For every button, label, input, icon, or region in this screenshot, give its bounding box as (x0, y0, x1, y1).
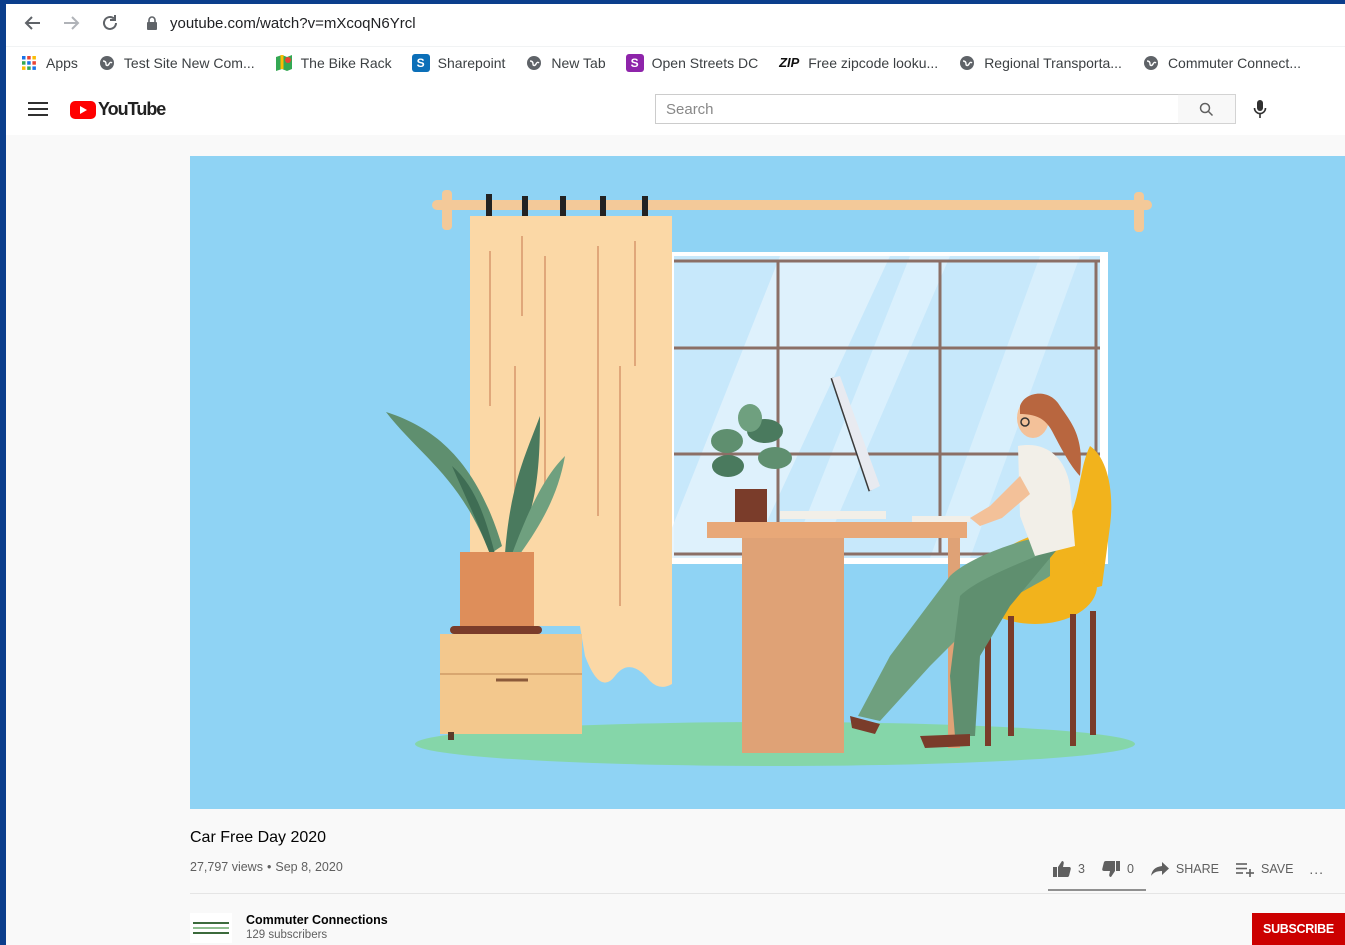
share-label: SHARE (1175, 862, 1219, 876)
search-box (655, 94, 1179, 124)
thumbs-up-icon (1053, 861, 1071, 877)
bookmark-bike-rack[interactable]: The Bike Rack (275, 54, 392, 72)
bookmark-label: The Bike Rack (300, 54, 392, 71)
subscriber-count: 129 subscribers (246, 929, 328, 941)
microphone-icon (1253, 100, 1267, 118)
thumbs-down-icon (1102, 861, 1120, 877)
bookmark-zipcode[interactable]: ZIP Free zipcode looku... (778, 54, 938, 72)
section-divider (190, 893, 1345, 894)
channel-info: Commuter Connections 129 subscribers (190, 913, 388, 943)
playlist-add-icon (1235, 863, 1254, 877)
meta-separator: • (266, 860, 272, 874)
video-actions: 3 0 SHARE SAVE ... (1052, 857, 1324, 881)
bookmarks-bar: Apps Test Site New Com... The Bike Rack … (6, 46, 1345, 78)
globe-icon (525, 54, 543, 72)
maps-icon (275, 54, 293, 72)
globe-icon (1142, 54, 1160, 72)
like-count: 3 (1078, 862, 1085, 876)
apps-grid-icon (20, 54, 38, 72)
like-button[interactable]: 3 (1052, 860, 1085, 878)
share-button[interactable]: SHARE (1150, 861, 1219, 877)
play-logo-icon (70, 100, 96, 119)
youtube-header: YouTube (6, 83, 1345, 135)
bookmark-label: Regional Transporta... (984, 54, 1122, 71)
subscribe-button[interactable]: SUBSCRIBE (1252, 913, 1345, 945)
channel-name[interactable]: Commuter Connections (246, 913, 388, 927)
bookmark-label: Commuter Connect... (1167, 54, 1301, 71)
bookmark-label: Sharepoint (437, 54, 506, 71)
voice-search-button[interactable] (1248, 97, 1272, 121)
bookmark-commuter-connections[interactable]: Commuter Connect... (1142, 54, 1301, 72)
globe-icon (98, 54, 116, 72)
bookmark-test-site[interactable]: Test Site New Com... (98, 54, 255, 72)
reload-icon (103, 15, 117, 30)
lock-icon (147, 16, 157, 30)
sharepoint-icon: S (411, 53, 430, 72)
youtube-logo[interactable]: YouTube (70, 99, 166, 120)
reload-button[interactable] (97, 10, 123, 36)
bookmark-label: Test Site New Com... (123, 54, 255, 71)
share-arrow-icon (1150, 862, 1169, 876)
bookmark-label: Apps (46, 54, 78, 71)
hamburger-menu-icon[interactable] (28, 100, 48, 118)
more-actions-button[interactable]: ... (1309, 861, 1324, 877)
back-button[interactable] (20, 10, 46, 36)
dislike-button[interactable]: 0 (1101, 860, 1134, 878)
video-meta: 27,797 views • Sep 8, 2020 (190, 860, 343, 874)
zip-logo-icon: ZIP (779, 55, 800, 70)
s-logo-icon: S (625, 53, 644, 72)
bookmark-label: New Tab (551, 54, 606, 71)
video-title: Car Free Day 2020 (190, 829, 327, 846)
view-count: 27,797 views (190, 860, 263, 874)
bookmark-apps[interactable]: Apps (20, 54, 78, 72)
youtube-wordmark: YouTube (98, 99, 166, 119)
channel-avatar[interactable] (190, 913, 232, 943)
video-thumbnail-illustration (386, 190, 1152, 766)
search-icon (1199, 102, 1214, 116)
browser-chrome: youtube.com/watch?v=mXcoqN6Yrcl Apps Tes… (6, 4, 1345, 83)
search-input[interactable] (666, 100, 1178, 118)
bookmark-open-streets[interactable]: S Open Streets DC (625, 53, 759, 72)
globe-icon (958, 54, 976, 72)
bookmark-regional-transportation[interactable]: Regional Transporta... (958, 54, 1122, 72)
bookmark-label: Open Streets DC (651, 54, 759, 71)
bookmark-label: Free zipcode looku... (808, 54, 939, 71)
url-text: youtube.com/watch?v=mXcoqN6Yrcl (170, 14, 416, 32)
search-button[interactable] (1178, 94, 1236, 124)
forward-arrow-icon (64, 16, 80, 30)
youtube-page: YouTube Search Car Free Day 2020 27,797 … (6, 83, 1345, 945)
save-button[interactable]: SAVE (1235, 861, 1293, 877)
upload-date: Sep 8, 2020 (275, 860, 343, 874)
like-ratio-bar (1048, 889, 1146, 891)
bookmark-sharepoint[interactable]: S Sharepoint (411, 53, 506, 72)
back-arrow-icon (24, 16, 40, 30)
video-player[interactable] (190, 156, 1345, 809)
save-label: SAVE (1260, 862, 1294, 876)
bookmark-new-tab[interactable]: New Tab (525, 54, 606, 72)
dislike-count: 0 (1126, 862, 1134, 876)
address-bar[interactable]: youtube.com/watch?v=mXcoqN6Yrcl (146, 10, 416, 36)
more-dots-icon: ... (1309, 861, 1325, 877)
forward-button[interactable] (58, 10, 84, 36)
